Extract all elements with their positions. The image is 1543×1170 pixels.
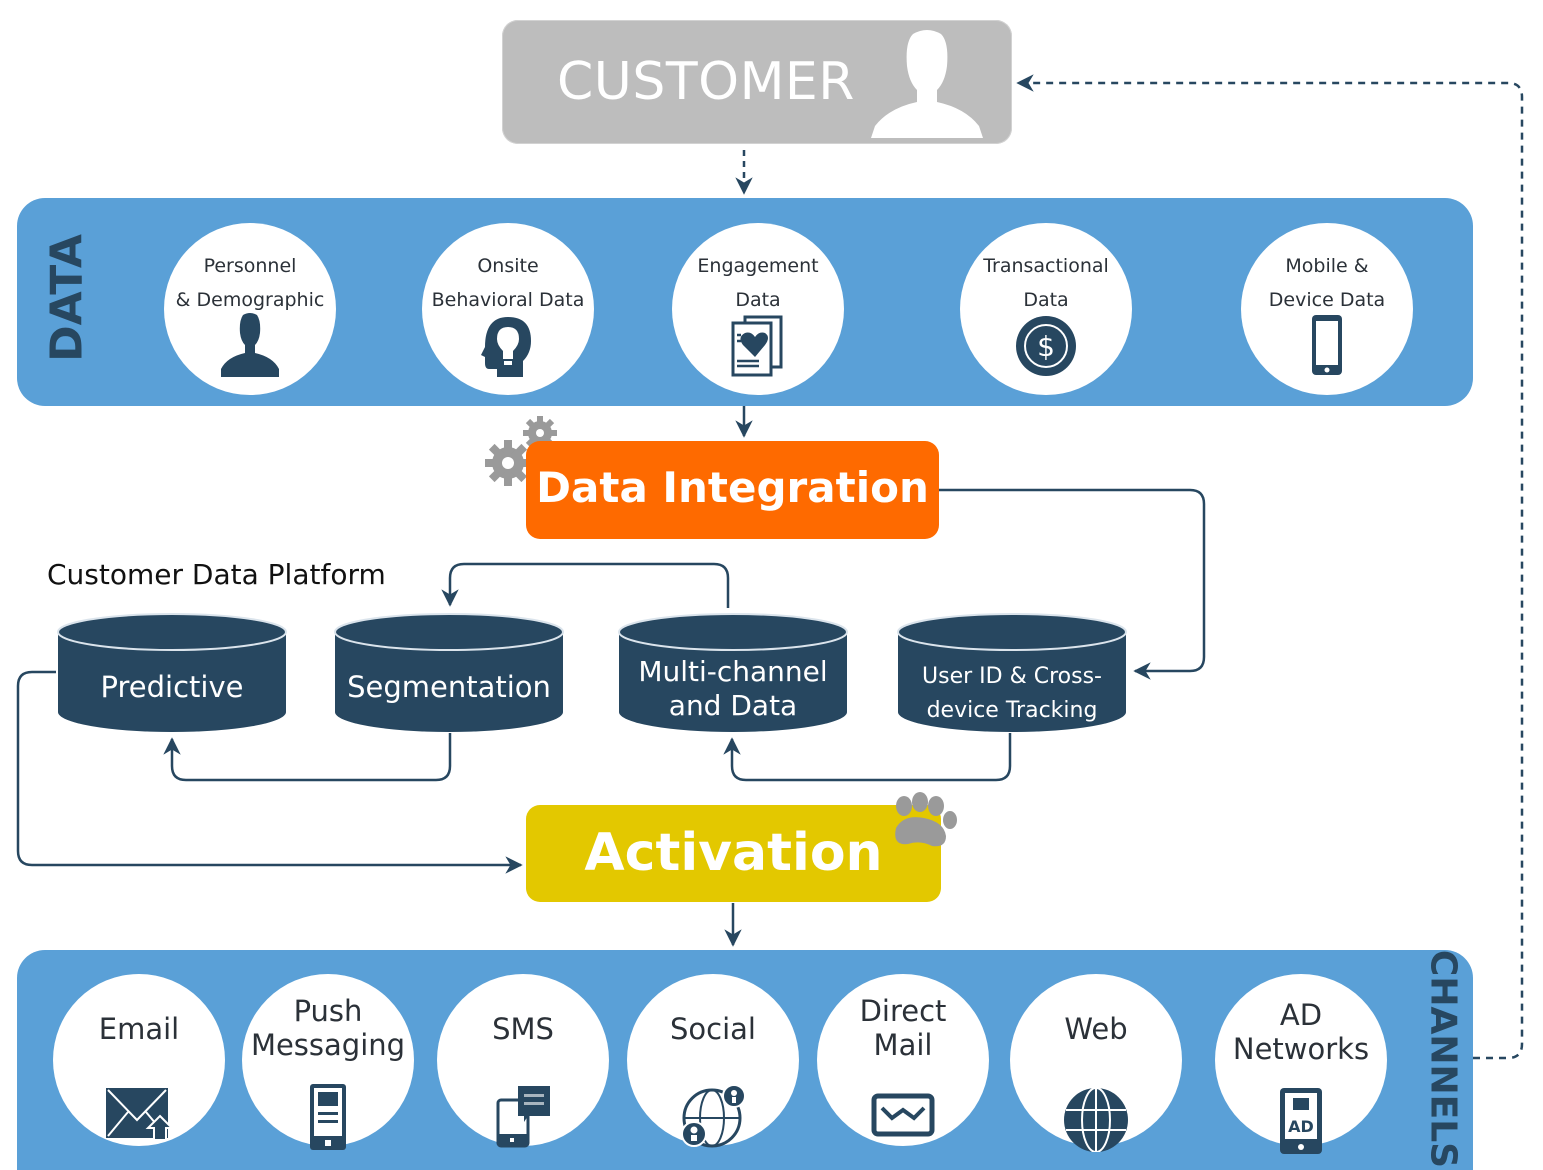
channel-label: Social	[670, 1012, 756, 1046]
channel-web[interactable]: Web	[1010, 974, 1182, 1152]
store-label: Predictive	[100, 670, 244, 704]
store-label: Segmentation	[347, 670, 551, 704]
store-label: and Data	[668, 689, 798, 722]
channel-label: Mail	[873, 1028, 933, 1062]
data-source-transactional[interactable]: Transactional Data $	[960, 223, 1132, 395]
channel-label: Email	[98, 1012, 180, 1046]
store-label: User ID & Cross-	[922, 664, 1102, 689]
store-label: device Tracking	[926, 698, 1098, 723]
smartphone-icon	[1312, 315, 1342, 375]
data-source-personnel-demographic[interactable]: Personnel & Demographic	[164, 223, 336, 395]
channel-ad-networks[interactable]: AD Networks AD	[1215, 974, 1387, 1154]
sms-chat-icon	[496, 1086, 550, 1148]
activation-node[interactable]: Activation	[526, 805, 941, 902]
document-heart-icon	[731, 315, 783, 377]
channel-label: Web	[1064, 1012, 1128, 1046]
mobile-notification-icon	[310, 1084, 346, 1150]
channel-label: SMS	[492, 1012, 554, 1046]
channel-label: Direct	[859, 994, 947, 1028]
arrow-multichannel-to-segmentation	[441, 562, 730, 608]
channel-label: Messaging	[250, 1028, 406, 1062]
channel-email[interactable]: Email	[53, 974, 225, 1146]
store-predictive[interactable]: Predictive	[56, 612, 288, 734]
channel-label: AD	[1279, 998, 1323, 1032]
arrow-userid-to-multichannel	[723, 733, 1012, 782]
channel-push-messaging[interactable]: Push Messaging	[242, 974, 414, 1150]
arrow-segmentation-to-predictive	[163, 733, 452, 782]
data-source-onsite-behavioral[interactable]: Onsite Behavioral Data	[422, 223, 594, 395]
data-integration-label: Data Integration	[536, 463, 929, 512]
svg-text:AD: AD	[1288, 1117, 1314, 1136]
data-source-engagement[interactable]: Engagement Data	[672, 223, 844, 395]
paw-print-icon	[895, 792, 957, 847]
store-segmentation[interactable]: Segmentation	[333, 612, 565, 734]
store-userid-crossdevice[interactable]: User ID & Cross-device Tracking	[896, 612, 1128, 734]
store-label: Multi-channel	[638, 655, 828, 688]
channel-direct-mail[interactable]: Direct Mail	[817, 974, 989, 1146]
data-source-label: Behavioral Data	[431, 289, 585, 311]
globe-icon	[1064, 1087, 1128, 1152]
svg-text:$: $	[1037, 330, 1055, 363]
data-source-label: Onsite	[477, 255, 539, 277]
cdp-title: Customer Data Platform	[47, 558, 386, 591]
social-globe-icon	[681, 1084, 746, 1148]
activation-label: Activation	[584, 823, 883, 883]
data-source-label: Data	[1023, 289, 1069, 311]
data-section-title: DATA	[41, 234, 93, 362]
dollar-coin-icon: $	[1016, 316, 1076, 376]
email-icon	[106, 1088, 174, 1141]
channel-social[interactable]: Social	[627, 974, 799, 1148]
data-source-label: Data	[735, 289, 781, 311]
person-icon	[871, 30, 983, 138]
data-source-label: Engagement	[697, 255, 819, 277]
person-icon	[221, 313, 279, 377]
data-source-label: Mobile &	[1285, 255, 1369, 277]
channel-label: Push	[293, 994, 363, 1028]
envelope-icon	[871, 1093, 935, 1137]
data-band: DATA Personnel & Demographic Onsite Behavi…	[17, 198, 1473, 406]
data-source-label: & Demographic	[175, 289, 325, 311]
data-integration-node[interactable]: Data Integration	[526, 441, 939, 539]
data-source-label: Device Data	[1268, 289, 1386, 311]
customer-label: CUSTOMER	[557, 52, 855, 112]
channel-sms[interactable]: SMS	[437, 974, 609, 1148]
channels-band: CHANNELS Email Push Messaging SMS Social…	[17, 950, 1473, 1170]
customer-node[interactable]: CUSTOMER	[502, 20, 1012, 144]
channels-section-title: CHANNELS	[1422, 949, 1464, 1169]
channel-label: Networks	[1232, 1032, 1370, 1066]
mobile-ad-icon: AD	[1280, 1088, 1322, 1154]
head-lightbulb-icon	[481, 317, 531, 377]
store-multichannel[interactable]: Multi-channel and Data	[617, 612, 849, 734]
data-source-label: Transactional	[983, 255, 1109, 277]
data-source-mobile-device[interactable]: Mobile & Device Data	[1241, 223, 1413, 395]
data-source-label: Personnel	[203, 255, 297, 277]
